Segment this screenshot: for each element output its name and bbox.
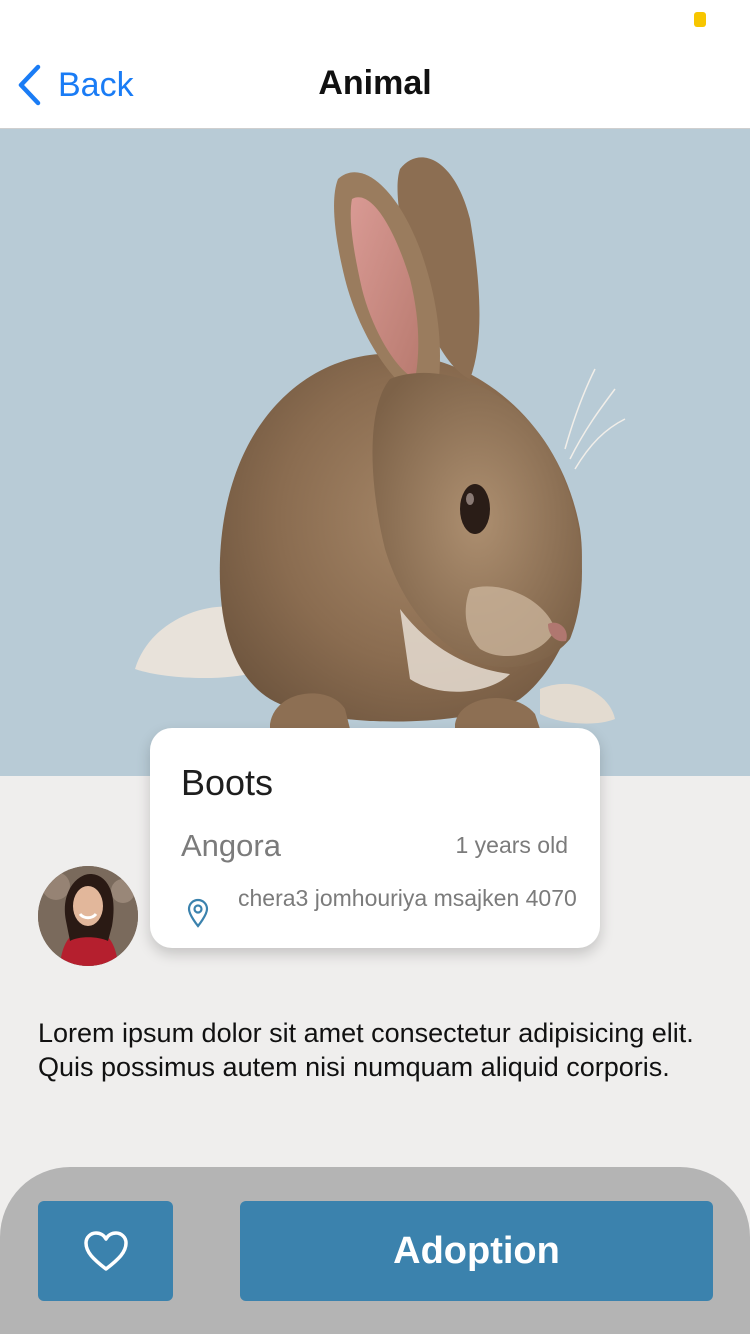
- pet-age: 1 years old: [455, 832, 568, 858]
- pet-address: chera3 jomhouriya msajken 4070: [238, 885, 577, 911]
- status-bar: [0, 0, 750, 40]
- map-pin-icon: [187, 898, 209, 928]
- pet-name: Boots: [181, 762, 274, 803]
- favorite-button[interactable]: [38, 1201, 173, 1301]
- pet-breed: Angora: [181, 828, 281, 863]
- heart-outline-icon: [83, 1231, 128, 1271]
- animal-detail-screen: Back Animal Boots Angora 1 years old che…: [0, 0, 750, 1334]
- page-title: Animal: [318, 64, 432, 102]
- pet-photo: [0, 129, 750, 776]
- adoption-button[interactable]: Adoption: [240, 1201, 713, 1301]
- owner-photo: [38, 866, 138, 966]
- pet-info-card: Boots Angora 1 years old chera3 jomhouri…: [150, 728, 600, 948]
- navigation-bar: Back Animal: [0, 40, 750, 129]
- pet-description: Lorem ipsum dolor sit amet consectetur a…: [38, 1018, 694, 1082]
- battery-icon: [694, 12, 706, 27]
- action-bar: Adoption: [0, 1167, 750, 1334]
- owner-avatar[interactable]: [38, 866, 138, 966]
- rabbit-image: [135, 157, 626, 729]
